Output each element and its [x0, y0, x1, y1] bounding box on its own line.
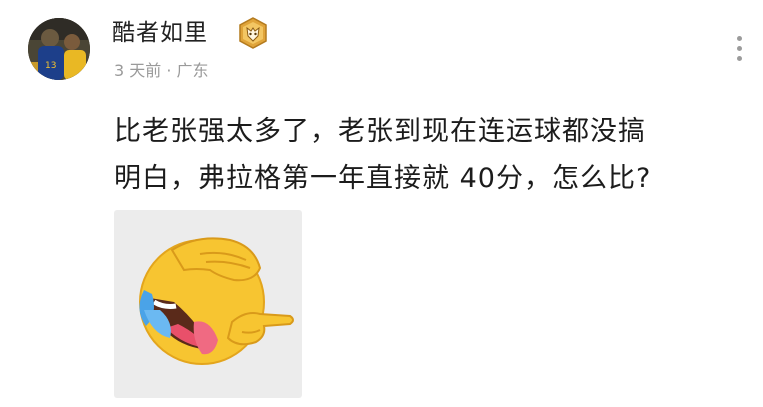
comment-text: 比老张强太多了，老张到现在连运球都没搞 明白，弗拉格第一年直接就 40分，怎么比…	[114, 108, 744, 202]
post-meta: 3 天前 · 广东	[114, 61, 209, 80]
svg-text:13: 13	[45, 61, 56, 71]
facepalm-laughing-crying-emoji	[139, 237, 294, 365]
user-avatar[interactable]: 13	[28, 18, 90, 80]
comment-post: 13 酷者如里 3 天前 · 广东 比老张强太多了，老张到现在连运球都没搞 明白…	[0, 0, 763, 407]
comment-line: 明白，弗拉格第一年直接就 40分，怎么比?	[114, 163, 652, 194]
avatar-image: 13	[28, 18, 90, 80]
emoji-sticker[interactable]	[114, 210, 302, 398]
gold-fox-badge-icon	[236, 16, 270, 50]
more-vertical-icon[interactable]	[732, 36, 746, 68]
username[interactable]: 酷者如里	[112, 18, 208, 48]
comment-line: 比老张强太多了，老张到现在连运球都没搞	[114, 116, 646, 147]
